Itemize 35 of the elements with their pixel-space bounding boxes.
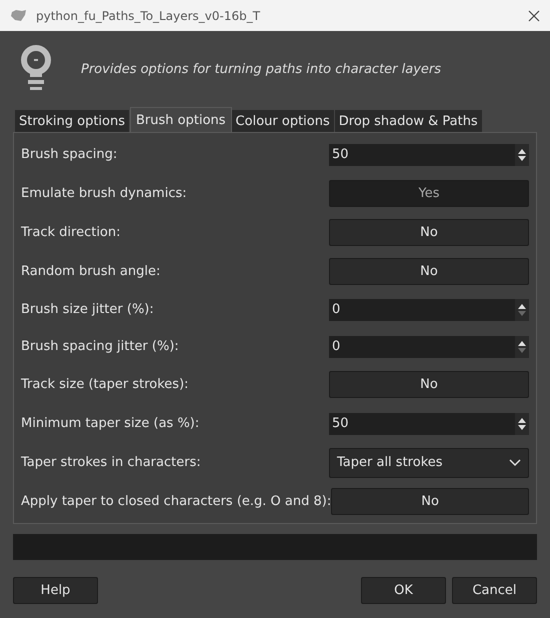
option-label: Brush spacing: [21, 147, 118, 162]
spin-up-icon[interactable] [517, 338, 527, 346]
option-label: Random brush angle: [21, 264, 160, 279]
tab[interactable]: Brush options [130, 107, 232, 132]
spin-field[interactable]: 50 [329, 144, 529, 166]
app-logo-icon [10, 8, 28, 22]
tab[interactable]: Stroking options [15, 110, 130, 132]
toggle-button[interactable]: No [331, 488, 529, 515]
option-label: Brush size jitter (%): [21, 302, 154, 317]
lightbulb-icon [21, 45, 51, 93]
tab[interactable]: Drop shadow & Paths [334, 110, 483, 132]
dropdown[interactable]: Taper all strokes [329, 448, 529, 478]
dialog-button[interactable]: OK [361, 577, 446, 604]
dialog-button[interactable]: Cancel [452, 577, 537, 604]
spin-up-icon[interactable] [517, 302, 527, 310]
option-label: Emulate brush dynamics: [21, 186, 187, 201]
dialog-description: Provides options for turning paths into character layers [81, 62, 442, 76]
close-icon[interactable] [528, 10, 540, 22]
toggle-button[interactable]: No [329, 258, 529, 285]
help-button[interactable]: Help [13, 577, 98, 604]
option-label: Brush spacing jitter (%): [21, 339, 179, 354]
option-label: Taper strokes in characters: [21, 455, 201, 470]
chevron-down-icon [509, 458, 521, 466]
toggle-button[interactable]: Yes [329, 180, 529, 207]
toggle-button[interactable]: No [329, 371, 529, 398]
option-label: Track direction: [21, 225, 120, 240]
toggle-button[interactable]: No [329, 219, 529, 246]
option-label: Minimum taper size (as %): [21, 416, 200, 431]
tab[interactable]: Colour options [232, 110, 335, 132]
option-label: Track size (taper strokes): [21, 377, 189, 392]
spin-field[interactable]: 0 [329, 298, 529, 320]
option-label: Apply taper to closed characters (e.g. O and 8): [21, 494, 332, 509]
spin-field[interactable]: 0 [329, 336, 529, 358]
spin-field[interactable]: 50 [329, 412, 529, 434]
window-title: python_fu_Paths_To_Layers_v0-16b_T [36, 8, 262, 22]
